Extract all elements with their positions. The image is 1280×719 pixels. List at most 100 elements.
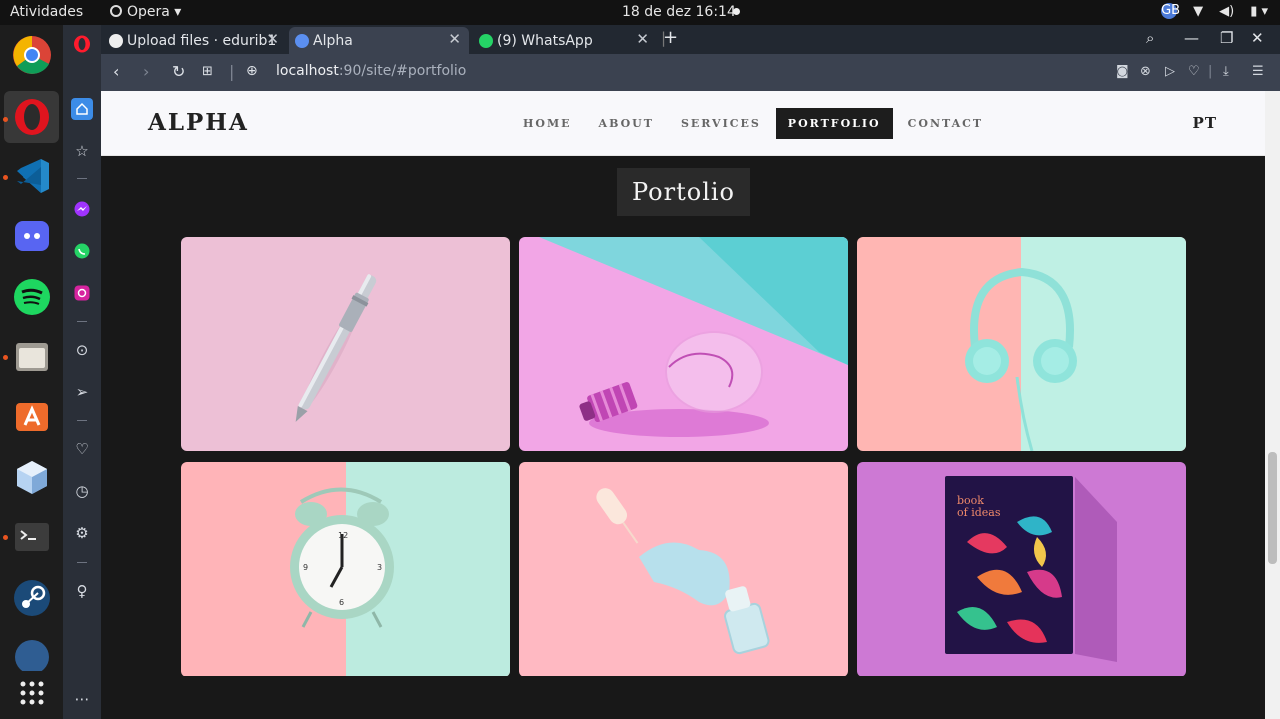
site-menu: HOME ABOUT SERVICES PORTFOLIO CONTACT xyxy=(511,108,998,139)
avatar: GB xyxy=(1161,3,1181,19)
download-icon[interactable]: ⤓ xyxy=(1223,64,1229,79)
lightbulb-icon[interactable]: ♀ xyxy=(71,580,93,602)
restore-icon[interactable]: ❐ xyxy=(1220,29,1233,47)
bookmarks-icon[interactable]: ☆ xyxy=(71,140,93,162)
portfolio-grid: 12 3 6 9 book of ideas xyxy=(181,237,1187,677)
software-center-icon[interactable] xyxy=(10,394,54,438)
sidebar-divider xyxy=(77,178,87,179)
settings-icon[interactable]: ⚙ xyxy=(71,522,93,544)
opera-icon xyxy=(110,5,122,17)
portfolio-item-headphones[interactable] xyxy=(857,237,1186,451)
tab-bar: Upload files · edurib1 ✕ Alpha ✕ (9) Wha… xyxy=(101,25,1280,54)
chrome-icon[interactable] xyxy=(10,33,54,77)
tab-alpha[interactable]: Alpha ✕ xyxy=(289,27,469,54)
instagram-icon[interactable] xyxy=(71,282,93,304)
nav-contact[interactable]: CONTACT xyxy=(896,108,995,139)
easy-setup-icon[interactable]: ☰ xyxy=(1252,64,1264,79)
activities-button[interactable]: Atividades xyxy=(10,4,83,20)
show-apps-icon[interactable] xyxy=(10,671,54,715)
portfolio-item-nail-polish[interactable] xyxy=(519,462,848,677)
messenger-icon[interactable] xyxy=(71,198,93,220)
portfolio-item-book[interactable]: book of ideas xyxy=(857,462,1186,677)
page-scrollbar[interactable] xyxy=(1265,91,1280,719)
system-tray[interactable]: GB ▼ ◀) ▮ ▾ xyxy=(1161,3,1268,19)
tab-label: (9) WhatsApp xyxy=(497,32,593,49)
portfolio-item-lightbulb[interactable] xyxy=(519,237,848,451)
opera-sidebar: ☆ ⊙ ➢ ♡ ◷ ⚙ ♀ ⋯ xyxy=(63,25,101,719)
system-clock[interactable]: 18 de dez 16:14 xyxy=(622,4,736,20)
site-info-icon[interactable]: ⊕ xyxy=(246,63,258,79)
close-icon[interactable]: ✕ xyxy=(448,30,461,48)
whatsapp-icon[interactable] xyxy=(71,240,93,262)
page-viewport: ALPHA HOME ABOUT SERVICES PORTFOLIO CONT… xyxy=(101,91,1265,719)
search-tabs-icon[interactable]: ⌕ xyxy=(1146,29,1154,47)
wifi-icon: ▼ xyxy=(1193,3,1204,19)
files-icon[interactable] xyxy=(10,335,54,379)
svg-text:3: 3 xyxy=(377,563,382,572)
url-path: :90/site/#portfolio xyxy=(338,63,467,79)
svg-text:9: 9 xyxy=(303,563,308,572)
running-indicator xyxy=(3,355,8,360)
opera-dock-icon[interactable] xyxy=(4,91,59,143)
app-dock xyxy=(0,25,63,719)
portfolio-item-pen[interactable] xyxy=(181,237,510,451)
close-icon[interactable]: ✕ xyxy=(266,30,279,48)
portfolio-item-alarm-clock[interactable]: 12 3 6 9 xyxy=(181,462,510,677)
site-brand[interactable]: ALPHA xyxy=(148,109,249,136)
svg-text:12: 12 xyxy=(338,531,348,540)
back-icon[interactable]: ‹ xyxy=(113,62,119,81)
notification-dot xyxy=(733,8,740,15)
tab-label: Alpha xyxy=(313,32,353,49)
heart-icon[interactable]: ♡ xyxy=(1188,64,1200,79)
tab-github[interactable]: Upload files · edurib1 ✕ xyxy=(103,27,287,54)
new-tab-button[interactable]: + xyxy=(663,27,678,48)
discord-icon[interactable] xyxy=(10,214,54,258)
home-icon[interactable] xyxy=(71,98,93,120)
block-icon[interactable]: ⊗ xyxy=(1140,64,1151,79)
url-field[interactable]: localhost:90/site/#portfolio xyxy=(276,63,466,79)
tab-label: Upload files · edurib1 xyxy=(127,32,277,49)
more-icon[interactable]: ⋯ xyxy=(71,688,93,710)
virtualbox-icon[interactable] xyxy=(10,455,54,499)
nav-about[interactable]: ABOUT xyxy=(587,108,666,139)
opera-menu-icon[interactable] xyxy=(71,33,93,55)
volume-icon: ◀) xyxy=(1219,3,1235,19)
running-indicator xyxy=(3,175,8,180)
globe-icon xyxy=(295,33,309,48)
github-icon xyxy=(109,33,123,48)
send-icon[interactable]: ➢ xyxy=(71,381,93,403)
svg-text:6: 6 xyxy=(339,598,344,607)
system-top-bar: Atividades Opera ▾ 18 de dez 16:14 GB ▼ … xyxy=(0,0,1280,25)
camera-icon[interactable]: ◙ xyxy=(1116,64,1129,79)
close-window-icon[interactable]: ✕ xyxy=(1251,29,1264,47)
vscode-icon[interactable] xyxy=(10,154,54,198)
sidebar-divider xyxy=(77,420,87,421)
address-bar: ‹ › ↻ ⊞ | ⊕ localhost:90/site/#portfolio… xyxy=(101,54,1280,91)
language-switch[interactable]: PT xyxy=(1193,114,1217,132)
heart-icon[interactable]: ♡ xyxy=(71,438,93,460)
app-icon-partial[interactable] xyxy=(10,630,54,674)
nav-portfolio[interactable]: PORTFOLIO xyxy=(775,108,893,139)
reload-icon[interactable]: ↻ xyxy=(172,62,185,81)
player-icon[interactable]: ⊙ xyxy=(71,339,93,361)
spotify-icon[interactable] xyxy=(10,275,54,319)
nav-services[interactable]: SERVICES xyxy=(669,108,773,139)
send-icon[interactable]: ▷ xyxy=(1165,64,1175,79)
minimize-icon[interactable]: — xyxy=(1184,29,1199,47)
tab-whatsapp[interactable]: (9) WhatsApp ✕ xyxy=(473,27,657,54)
nav-home[interactable]: HOME xyxy=(511,108,584,139)
app-menu[interactable]: Opera ▾ xyxy=(110,4,181,20)
terminal-icon[interactable] xyxy=(10,515,54,559)
tab-grid-icon[interactable]: ⊞ xyxy=(202,64,213,79)
site-navbar: ALPHA HOME ABOUT SERVICES PORTFOLIO CONT… xyxy=(101,91,1265,156)
app-menu-label: Opera xyxy=(127,4,170,20)
history-icon[interactable]: ◷ xyxy=(71,480,93,502)
section-title: Portolio xyxy=(617,168,750,216)
close-icon[interactable]: ✕ xyxy=(636,30,649,48)
running-indicator xyxy=(3,535,8,540)
forward-icon[interactable]: › xyxy=(143,62,149,81)
book-cover-title: of ideas xyxy=(957,506,1001,519)
toolbar-separator: | xyxy=(1208,64,1213,79)
steam-icon[interactable] xyxy=(10,576,54,620)
scrollbar-thumb[interactable] xyxy=(1268,452,1277,564)
